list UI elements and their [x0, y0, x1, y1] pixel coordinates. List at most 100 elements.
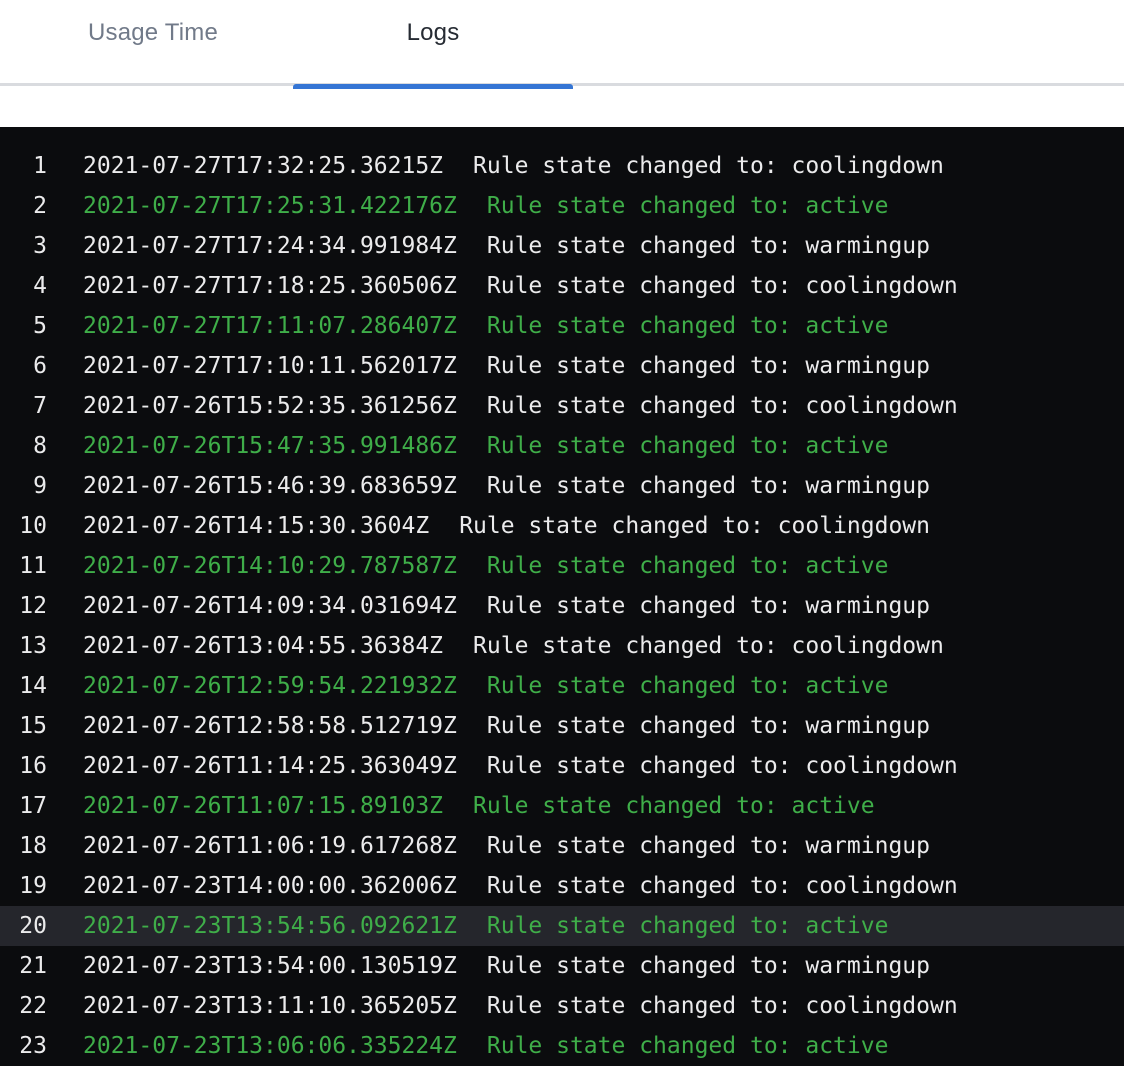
log-timestamp: 2021-07-26T11:07:15.89103Z	[83, 793, 443, 819]
log-line-number: 2	[0, 193, 47, 219]
log-timestamp: 2021-07-27T17:18:25.360506Z	[83, 273, 457, 299]
log-content: 2021-07-27T17:24:34.991984ZRule state ch…	[83, 233, 930, 259]
log-message: Rule state changed to: active	[487, 1033, 889, 1059]
log-timestamp: 2021-07-26T11:14:25.363049Z	[83, 753, 457, 779]
log-line-number: 16	[0, 753, 47, 779]
log-row[interactable]: 11 2021-07-26T14:10:29.787587Z Rule state…	[0, 546, 1124, 586]
log-row[interactable]: 15 2021-07-26T12:58:58.512719Z Rule state…	[0, 706, 1124, 746]
log-line-number: 12	[0, 593, 47, 619]
log-message: Rule state changed to: warmingup	[487, 473, 930, 499]
log-content: 2021-07-27T17:32:25.36215ZRule state cha…	[83, 153, 944, 179]
log-timestamp: 2021-07-23T13:54:56.092621Z	[83, 913, 457, 939]
log-content: 2021-07-26T13:04:55.36384Z Rule state cha…	[83, 633, 944, 659]
log-content: 2021-07-26T11:07:15.89103ZRule state cha…	[83, 793, 875, 819]
log-row[interactable]: 18 2021-07-26T11:06:19.617268ZRule state…	[0, 826, 1124, 866]
log-content: 2021-07-26T11:06:19.617268ZRule state ch…	[83, 833, 930, 859]
log-line-number: 17	[0, 793, 47, 819]
log-row[interactable]: 6 2021-07-27T17:10:11.562017Z Rule state …	[0, 346, 1124, 386]
log-row[interactable]: 9 2021-07-26T15:46:39.683659Z Rule state …	[0, 466, 1124, 506]
log-line-number: 7	[0, 393, 47, 419]
log-content: 2021-07-23T14:00:00.362006ZRule state ch…	[83, 873, 958, 899]
log-row[interactable]: 21 2021-07-23T13:54:00.130519ZRule state…	[0, 946, 1124, 986]
active-tab-indicator	[293, 84, 573, 89]
log-panel[interactable]: 1 2021-07-27T17:32:25.36215ZRule state c…	[0, 127, 1124, 1066]
log-message: Rule state changed to: active	[487, 193, 889, 219]
log-row[interactable]: 20 2021-07-23T13:54:56.092621Z Rule state…	[0, 906, 1124, 946]
log-line-number: 19	[0, 873, 47, 899]
log-row[interactable]: 12 2021-07-26T14:09:34.031694Z Rule state…	[0, 586, 1124, 626]
log-timestamp: 2021-07-26T12:59:54.221932Z	[83, 673, 457, 699]
log-message: Rule state changed to: warmingup	[487, 713, 930, 739]
log-row[interactable]: 16 2021-07-26T11:14:25.363049ZRule state…	[0, 746, 1124, 786]
log-timestamp: 2021-07-23T13:06:06.335224Z	[83, 1033, 457, 1059]
tab-bar: Usage Time Logs	[0, 0, 1124, 86]
log-message: Rule state changed to: coolingdown	[487, 393, 958, 419]
log-timestamp: 2021-07-23T13:54:00.130519Z	[83, 953, 457, 979]
log-line-number: 6	[0, 353, 47, 379]
log-timestamp: 2021-07-26T14:10:29.787587Z	[83, 553, 457, 579]
log-message: Rule state changed to: active	[487, 553, 889, 579]
log-message: Rule state changed to: coolingdown	[473, 633, 944, 659]
log-timestamp: 2021-07-26T13:04:55.36384Z	[83, 633, 443, 659]
log-row[interactable]: 22 2021-07-23T13:11:10.365205ZRule state…	[0, 986, 1124, 1026]
log-line-number: 8	[0, 433, 47, 459]
tab-logs[interactable]: Logs	[293, 19, 573, 86]
log-row[interactable]: 10 2021-07-26T14:15:30.3604Z Rule state c…	[0, 506, 1124, 546]
log-content: 2021-07-27T17:11:07.286407Z Rule state ch…	[83, 313, 888, 339]
log-line-number: 3	[0, 233, 47, 259]
log-row[interactable]: 5 2021-07-27T17:11:07.286407Z Rule state …	[0, 306, 1124, 346]
log-content: 2021-07-23T13:54:00.130519ZRule state ch…	[83, 953, 930, 979]
log-line-number: 9	[0, 473, 47, 499]
log-timestamp: 2021-07-26T15:46:39.683659Z	[83, 473, 457, 499]
log-content: 2021-07-26T14:09:34.031694Z Rule state ch…	[83, 593, 930, 619]
log-row[interactable]: 3 2021-07-27T17:24:34.991984ZRule state …	[0, 226, 1124, 266]
log-content: 2021-07-23T13:11:10.365205ZRule state ch…	[83, 993, 958, 1019]
log-message: Rule state changed to: warmingup	[487, 233, 930, 259]
log-timestamp: 2021-07-26T14:09:34.031694Z	[83, 593, 457, 619]
tab-usage-time-label: Usage Time	[88, 19, 218, 46]
log-timestamp: 2021-07-26T12:58:58.512719Z	[83, 713, 457, 739]
log-line-number: 5	[0, 313, 47, 339]
log-message: Rule state changed to: active	[487, 673, 889, 699]
log-timestamp: 2021-07-27T17:11:07.286407Z	[83, 313, 457, 339]
log-timestamp: 2021-07-27T17:10:11.562017Z	[83, 353, 457, 379]
log-line-number: 4	[0, 273, 47, 299]
log-line-number: 1	[0, 153, 47, 179]
log-message: Rule state changed to: warmingup	[487, 593, 930, 619]
log-message: Rule state changed to: active	[487, 313, 889, 339]
log-row[interactable]: 1 2021-07-27T17:32:25.36215ZRule state c…	[0, 146, 1124, 186]
log-row[interactable]: 2 2021-07-27T17:25:31.422176ZRule state …	[0, 186, 1124, 226]
log-line-number: 20	[0, 913, 47, 939]
log-line-number: 14	[0, 673, 47, 699]
log-timestamp: 2021-07-26T15:52:35.361256Z	[83, 393, 457, 419]
log-line-number: 23	[0, 1033, 47, 1059]
log-row[interactable]: 23 2021-07-23T13:06:06.335224Z Rule state…	[0, 1026, 1124, 1066]
log-row[interactable]: 8 2021-07-26T15:47:35.991486ZRule state …	[0, 426, 1124, 466]
log-message: Rule state changed to: coolingdown	[459, 513, 930, 539]
log-row[interactable]: 13 2021-07-26T13:04:55.36384Z Rule state …	[0, 626, 1124, 666]
log-message: Rule state changed to: warmingup	[487, 833, 930, 859]
log-line-number: 18	[0, 833, 47, 859]
log-row[interactable]: 7 2021-07-26T15:52:35.361256Z Rule state …	[0, 386, 1124, 426]
log-row[interactable]: 17 2021-07-26T11:07:15.89103ZRule state …	[0, 786, 1124, 826]
tab-usage-time[interactable]: Usage Time	[13, 19, 293, 86]
log-content: 2021-07-27T17:18:25.360506Z Rule state ch…	[83, 273, 958, 299]
log-line-number: 10	[0, 513, 47, 539]
log-message: Rule state changed to: active	[487, 913, 889, 939]
log-timestamp: 2021-07-26T14:15:30.3604Z	[83, 513, 429, 539]
log-row[interactable]: 19 2021-07-23T14:00:00.362006ZRule state…	[0, 866, 1124, 906]
log-timestamp: 2021-07-26T15:47:35.991486Z	[83, 433, 457, 459]
log-message: Rule state changed to: coolingdown	[487, 273, 958, 299]
log-row[interactable]: 14 2021-07-26T12:59:54.221932Z Rule state…	[0, 666, 1124, 706]
log-content: 2021-07-26T11:14:25.363049ZRule state ch…	[83, 753, 958, 779]
log-timestamp: 2021-07-23T13:11:10.365205Z	[83, 993, 457, 1019]
log-line-number: 11	[0, 553, 47, 579]
log-line-number: 22	[0, 993, 47, 1019]
log-line-number: 13	[0, 633, 47, 659]
log-line-number: 15	[0, 713, 47, 739]
log-line-number: 21	[0, 953, 47, 979]
log-message: Rule state changed to: warmingup	[487, 353, 930, 379]
log-message: Rule state changed to: coolingdown	[487, 873, 958, 899]
log-content: 2021-07-26T15:47:35.991486ZRule state ch…	[83, 433, 888, 459]
log-row[interactable]: 4 2021-07-27T17:18:25.360506Z Rule state …	[0, 266, 1124, 306]
